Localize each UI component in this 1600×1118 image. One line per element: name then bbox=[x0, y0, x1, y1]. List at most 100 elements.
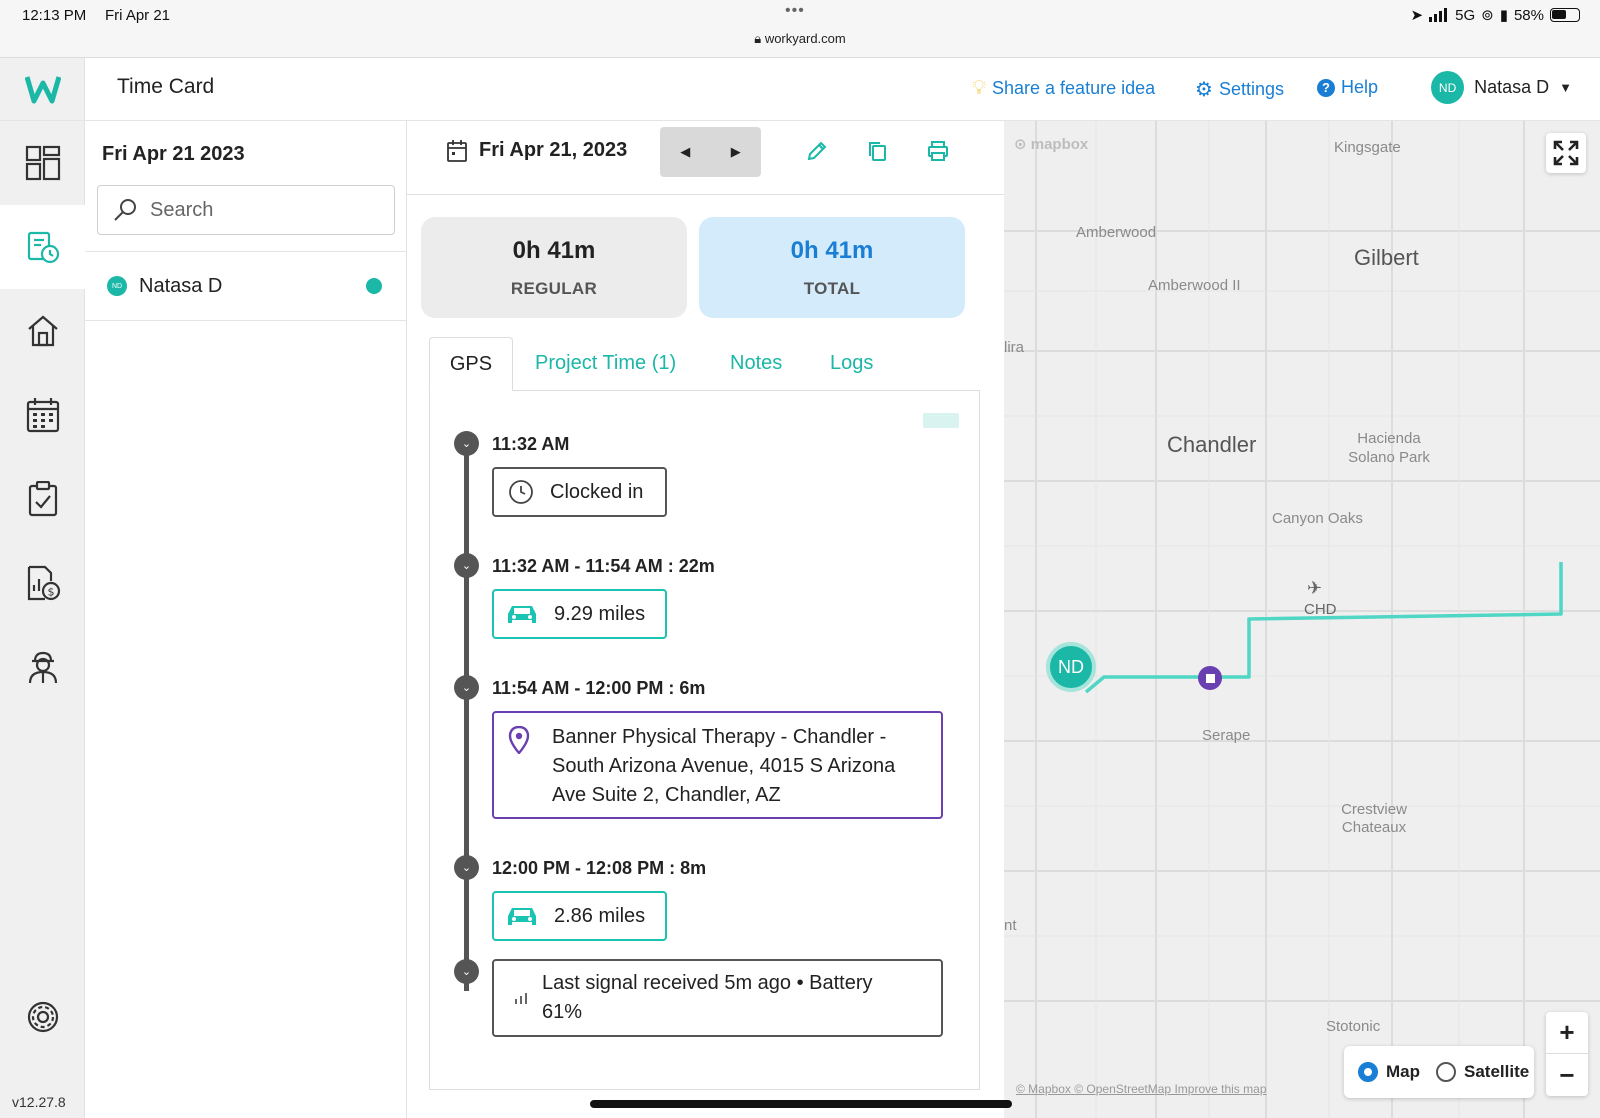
timeline-node[interactable]: ⌄ bbox=[454, 553, 479, 578]
rail-calendar[interactable] bbox=[0, 373, 85, 457]
help-circle-icon: ? bbox=[1317, 78, 1335, 97]
employee-avatar: ND bbox=[107, 276, 127, 296]
location-stop-marker[interactable] bbox=[1198, 666, 1222, 690]
share-feature-idea-link[interactable]: 💡︎ Share a feature idea bbox=[972, 77, 1155, 100]
map-label-serape: Serape bbox=[1202, 727, 1251, 744]
employee-name: Natasa D bbox=[139, 274, 223, 297]
rail-reports[interactable]: $ bbox=[0, 541, 85, 625]
map-label-hacienda: Hacienda Solano Park bbox=[1348, 430, 1430, 466]
help-label: Help bbox=[1341, 77, 1379, 97]
next-day-button[interactable]: ▶ bbox=[711, 127, 762, 177]
help-link[interactable]: ? Help bbox=[1317, 77, 1378, 98]
minus-icon: − bbox=[1559, 1059, 1575, 1090]
previous-day-button[interactable]: ◀ bbox=[660, 127, 711, 177]
print-button[interactable] bbox=[925, 138, 951, 164]
map-radio[interactable] bbox=[1358, 1062, 1378, 1082]
address-bar[interactable]: 🔒︎ workyard.com bbox=[0, 31, 1600, 47]
map-label-ira: lira bbox=[1004, 339, 1025, 356]
satellite-layer-option[interactable]: Satellite bbox=[1436, 1062, 1529, 1082]
attribution-osm-link[interactable]: © OpenStreetMap bbox=[1074, 1082, 1171, 1096]
map-label-chd: CHD bbox=[1304, 601, 1337, 618]
settings-label: Settings bbox=[1218, 79, 1284, 99]
settings-link[interactable]: ⚙ Settings bbox=[1195, 77, 1284, 102]
battery-percent: 58% bbox=[1513, 6, 1544, 24]
marker-initials: ND bbox=[1058, 656, 1084, 677]
timeline-time: 12:00 PM - 12:08 PM : 8m bbox=[492, 858, 707, 878]
calendar-small-icon bbox=[447, 139, 467, 162]
timeline-node[interactable]: ⌄ bbox=[454, 675, 479, 700]
map-label-kingsgate: Kingsgate bbox=[1334, 139, 1401, 156]
chevron-down-icon: ⌄ bbox=[461, 862, 472, 874]
employee-row[interactable]: ND Natasa D bbox=[85, 251, 407, 321]
map-layer-option[interactable]: Map bbox=[1358, 1062, 1420, 1082]
copy-icon bbox=[869, 142, 886, 161]
map-attribution: © Mapbox © OpenStreetMap Improve this ma… bbox=[1016, 1082, 1267, 1096]
car-icon bbox=[508, 908, 536, 925]
gps-timeline: ⌄ 11:32 AM Clocked in ⌄ 11:32 AM - 11:54… bbox=[429, 390, 980, 1090]
signal-bars-icon bbox=[1429, 8, 1448, 22]
map-layer-toggle: Map Satellite bbox=[1344, 1046, 1534, 1098]
clocked-in-text: Clocked in bbox=[550, 480, 644, 503]
search-box[interactable] bbox=[97, 185, 395, 235]
improve-map-link[interactable]: Improve this map bbox=[1174, 1082, 1266, 1096]
mapbox-brand: mapbox bbox=[1030, 136, 1089, 153]
home-indicator bbox=[590, 1100, 1012, 1108]
logo-w-icon bbox=[24, 76, 61, 104]
clock-icon bbox=[509, 480, 533, 504]
tab-logs[interactable]: Logs bbox=[830, 337, 873, 391]
share-idea-label: Share a feature idea bbox=[992, 78, 1156, 98]
car-icon bbox=[508, 606, 536, 623]
map-view[interactable]: ⊙ mapbox Kingsgate Amberwood Amberwood I… bbox=[1004, 121, 1600, 1118]
edit-button[interactable] bbox=[804, 138, 830, 164]
map-label-gilbert: Gilbert bbox=[1354, 245, 1419, 270]
chevron-down-icon: ⌄ bbox=[461, 682, 472, 694]
search-input[interactable] bbox=[150, 198, 370, 222]
mapbox-logo: ⊙ mapbox bbox=[1014, 135, 1088, 153]
rail-dashboard[interactable] bbox=[0, 121, 85, 205]
satellite-radio[interactable] bbox=[1436, 1062, 1456, 1082]
map-label-chandler: Chandler bbox=[1167, 432, 1257, 457]
rail-time-card[interactable] bbox=[0, 205, 85, 289]
zoom-in-button[interactable]: + bbox=[1546, 1012, 1588, 1054]
rail-settings[interactable] bbox=[0, 975, 85, 1059]
timeline-node[interactable]: ⌄ bbox=[454, 959, 479, 984]
home-icon bbox=[27, 315, 58, 347]
copy-button[interactable] bbox=[864, 138, 890, 164]
tab-gps[interactable]: GPS bbox=[429, 337, 513, 391]
attribution-mapbox-link[interactable]: © Mapbox bbox=[1016, 1082, 1071, 1096]
user-menu[interactable]: ND Natasa D ▼ bbox=[1431, 71, 1572, 104]
timeline-node[interactable]: ⌄ bbox=[454, 431, 479, 456]
list-date: Fri Apr 21 2023 bbox=[102, 143, 245, 165]
browser-menu-dots[interactable]: ••• bbox=[785, 2, 805, 20]
fullscreen-icon bbox=[1553, 140, 1579, 166]
drive-segment-box[interactable]: 2.86 miles bbox=[492, 891, 667, 941]
last-signal-text: Last signal received 5m ago • Battery 61… bbox=[542, 972, 873, 1023]
rail-tasks[interactable] bbox=[0, 457, 85, 541]
tab-notes[interactable]: Notes bbox=[730, 337, 782, 391]
workyard-logo[interactable] bbox=[0, 58, 85, 121]
clocked-in-box[interactable]: Clocked in bbox=[492, 467, 667, 517]
tab-project-time[interactable]: Project Time (1) bbox=[535, 337, 676, 391]
time-card-panel: Fri Apr 21, 2023 ◀ ▶ 0h 41m REGULAR 0h 4… bbox=[407, 121, 1004, 1118]
svg-text:$: $ bbox=[47, 586, 54, 599]
airport-icon: ✈︎ bbox=[1307, 578, 1323, 598]
lightbulb-icon: 💡︎ bbox=[972, 77, 986, 99]
rail-workers[interactable] bbox=[0, 625, 85, 709]
zoom-out-button[interactable]: − bbox=[1546, 1054, 1588, 1096]
legend-chip bbox=[923, 413, 959, 428]
drive-segment-box[interactable]: 9.29 miles bbox=[492, 589, 667, 639]
map-label-crestview: Crestview Chateaux bbox=[1341, 801, 1407, 836]
location-arrow-icon: ➤ bbox=[1410, 7, 1424, 24]
time-card-date-picker[interactable]: Fri Apr 21, 2023 bbox=[447, 139, 627, 162]
drive-distance: 2.86 miles bbox=[554, 904, 646, 927]
fullscreen-button[interactable] bbox=[1546, 133, 1586, 173]
map-radio-label: Map bbox=[1386, 1062, 1420, 1081]
status-date: Fri Apr 21 bbox=[105, 7, 171, 24]
employee-map-marker[interactable]: ND bbox=[1046, 642, 1096, 692]
timeline-node[interactable]: ⌄ bbox=[454, 855, 479, 880]
drive-distance: 9.29 miles bbox=[554, 602, 646, 625]
location-stop-box[interactable]: Banner Physical Therapy - Chandler - Sou… bbox=[492, 711, 943, 819]
gear-icon bbox=[27, 1001, 58, 1033]
chevron-down-icon: ⌄ bbox=[461, 438, 472, 450]
rail-home[interactable] bbox=[0, 289, 85, 373]
